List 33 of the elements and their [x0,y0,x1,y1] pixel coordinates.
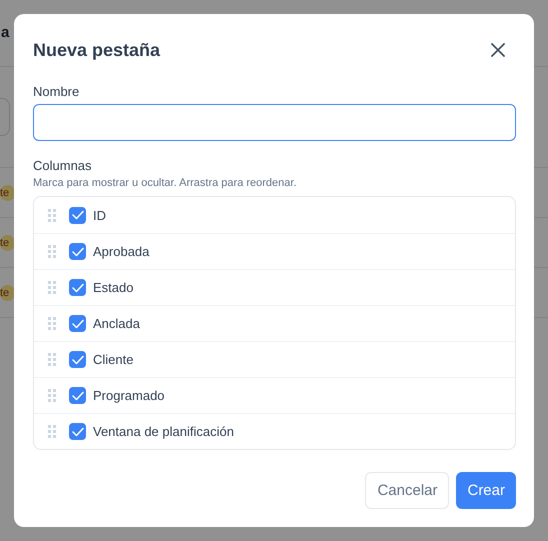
create-button[interactable]: Crear [456,472,516,509]
column-label: Programado [93,388,165,403]
hint-text: Marca para mostrar u ocultar. Arrastra para reordenar. [33,177,298,189]
status-badge: te [0,184,16,200]
column-label: Ventana de planificación [93,424,234,439]
column-label: Aprobada [93,244,150,259]
drag-handle-icon[interactable] [48,245,56,258]
column-label: Anclada [93,316,140,331]
drag-handle-icon[interactable] [48,317,56,330]
checkbox[interactable] [69,351,86,368]
cancel-button[interactable]: Cancelar [365,472,450,509]
drag-handle-icon[interactable] [48,208,56,222]
checkbox[interactable] [69,206,86,224]
drag-handle-icon[interactable] [48,389,56,402]
checkbox[interactable] [69,279,86,296]
section-label: Columnas [33,158,93,173]
status-badge: te [0,284,16,300]
drag-handle-icon[interactable] [48,353,56,366]
field-label: Nombre [33,84,80,99]
status-badge: te [0,234,16,250]
close-icon[interactable] [491,43,505,57]
checkbox[interactable] [69,423,86,440]
page-title: a [1,24,10,40]
name-input[interactable] [33,104,516,141]
checkbox[interactable] [69,243,86,260]
dialog-title: Nueva pestaña [33,40,160,60]
column-label: Cliente [93,352,134,367]
checkbox[interactable] [69,387,86,404]
drag-handle-icon[interactable] [48,425,56,438]
checkbox[interactable] [69,315,86,332]
column-label: Estado [93,280,134,295]
column-label: ID [93,208,106,222]
drag-handle-icon[interactable] [48,281,56,294]
